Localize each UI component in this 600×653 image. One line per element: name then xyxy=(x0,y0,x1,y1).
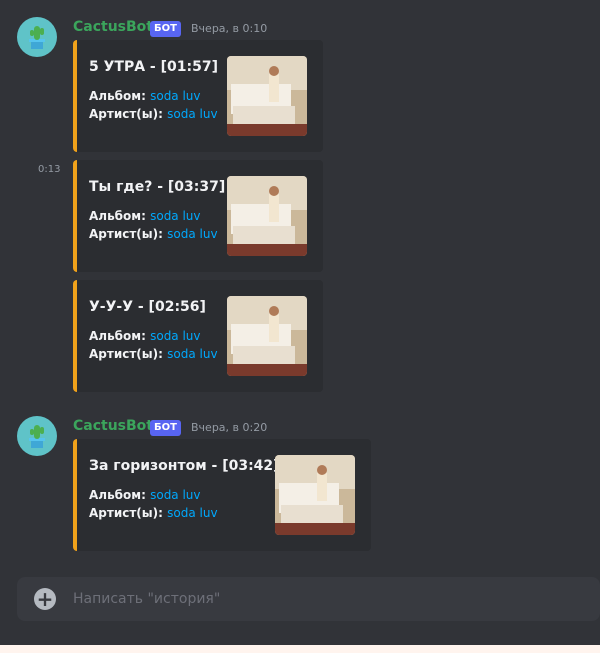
album-link[interactable]: soda luv xyxy=(150,488,200,502)
album-field: Альбом: soda luv xyxy=(89,486,201,504)
message-input-placeholder[interactable]: Написать "история" xyxy=(73,591,220,607)
username[interactable]: CactusBot xyxy=(73,19,153,35)
plus-circle-icon[interactable]: + xyxy=(34,588,56,610)
bot-tag: БОТ xyxy=(150,420,181,436)
chat-window: { "colors": {"accent_border": "#f0a21b",… xyxy=(0,0,600,653)
bottom-strip xyxy=(0,645,600,653)
artist-label: Артист(ы): xyxy=(89,347,163,361)
artist-link[interactable]: soda luv xyxy=(167,347,217,361)
album-label: Альбом: xyxy=(89,89,146,103)
embed-title[interactable]: Ты где? - [03:37] xyxy=(89,179,225,195)
artist-link[interactable]: soda luv xyxy=(167,506,217,520)
album-link[interactable]: soda luv xyxy=(150,209,200,223)
album-field: Альбом: soda luv xyxy=(89,207,201,225)
hover-timestamp: 0:13 xyxy=(38,164,61,175)
artist-field: Артист(ы): soda luv xyxy=(89,504,218,522)
embed-title[interactable]: У-У-У - [02:56] xyxy=(89,299,206,315)
embed-title[interactable]: 5 УТРА - [01:57] xyxy=(89,59,218,75)
bot-tag: БОТ xyxy=(150,21,181,37)
album-thumbnail[interactable] xyxy=(227,296,307,376)
album-label: Альбом: xyxy=(89,329,146,343)
album-label: Альбом: xyxy=(89,488,146,502)
timestamp: Вчера, в 0:20 xyxy=(191,421,268,434)
avatar[interactable] xyxy=(17,17,57,57)
album-thumbnail[interactable] xyxy=(227,56,307,136)
album-thumbnail[interactable] xyxy=(227,176,307,256)
album-field: Альбом: soda luv xyxy=(89,327,201,345)
album-thumbnail[interactable] xyxy=(275,455,355,535)
album-link[interactable]: soda luv xyxy=(150,89,200,103)
cactus-icon xyxy=(29,425,45,448)
album-label: Альбом: xyxy=(89,209,146,223)
artist-link[interactable]: soda luv xyxy=(167,227,217,241)
cactus-icon xyxy=(29,26,45,49)
avatar[interactable] xyxy=(17,416,57,456)
artist-label: Артист(ы): xyxy=(89,107,163,121)
artist-field: Артист(ы): soda luv xyxy=(89,225,218,243)
artist-label: Артист(ы): xyxy=(89,227,163,241)
timestamp: Вчера, в 0:10 xyxy=(191,22,268,35)
album-link[interactable]: soda luv xyxy=(150,329,200,343)
embed-title[interactable]: За горизонтом - [03:42] xyxy=(89,458,280,474)
album-field: Альбом: soda luv xyxy=(89,87,201,105)
artist-link[interactable]: soda luv xyxy=(167,107,217,121)
artist-label: Артист(ы): xyxy=(89,506,163,520)
artist-field: Артист(ы): soda luv xyxy=(89,345,218,363)
artist-field: Артист(ы): soda luv xyxy=(89,105,218,123)
username[interactable]: CactusBot xyxy=(73,418,153,434)
